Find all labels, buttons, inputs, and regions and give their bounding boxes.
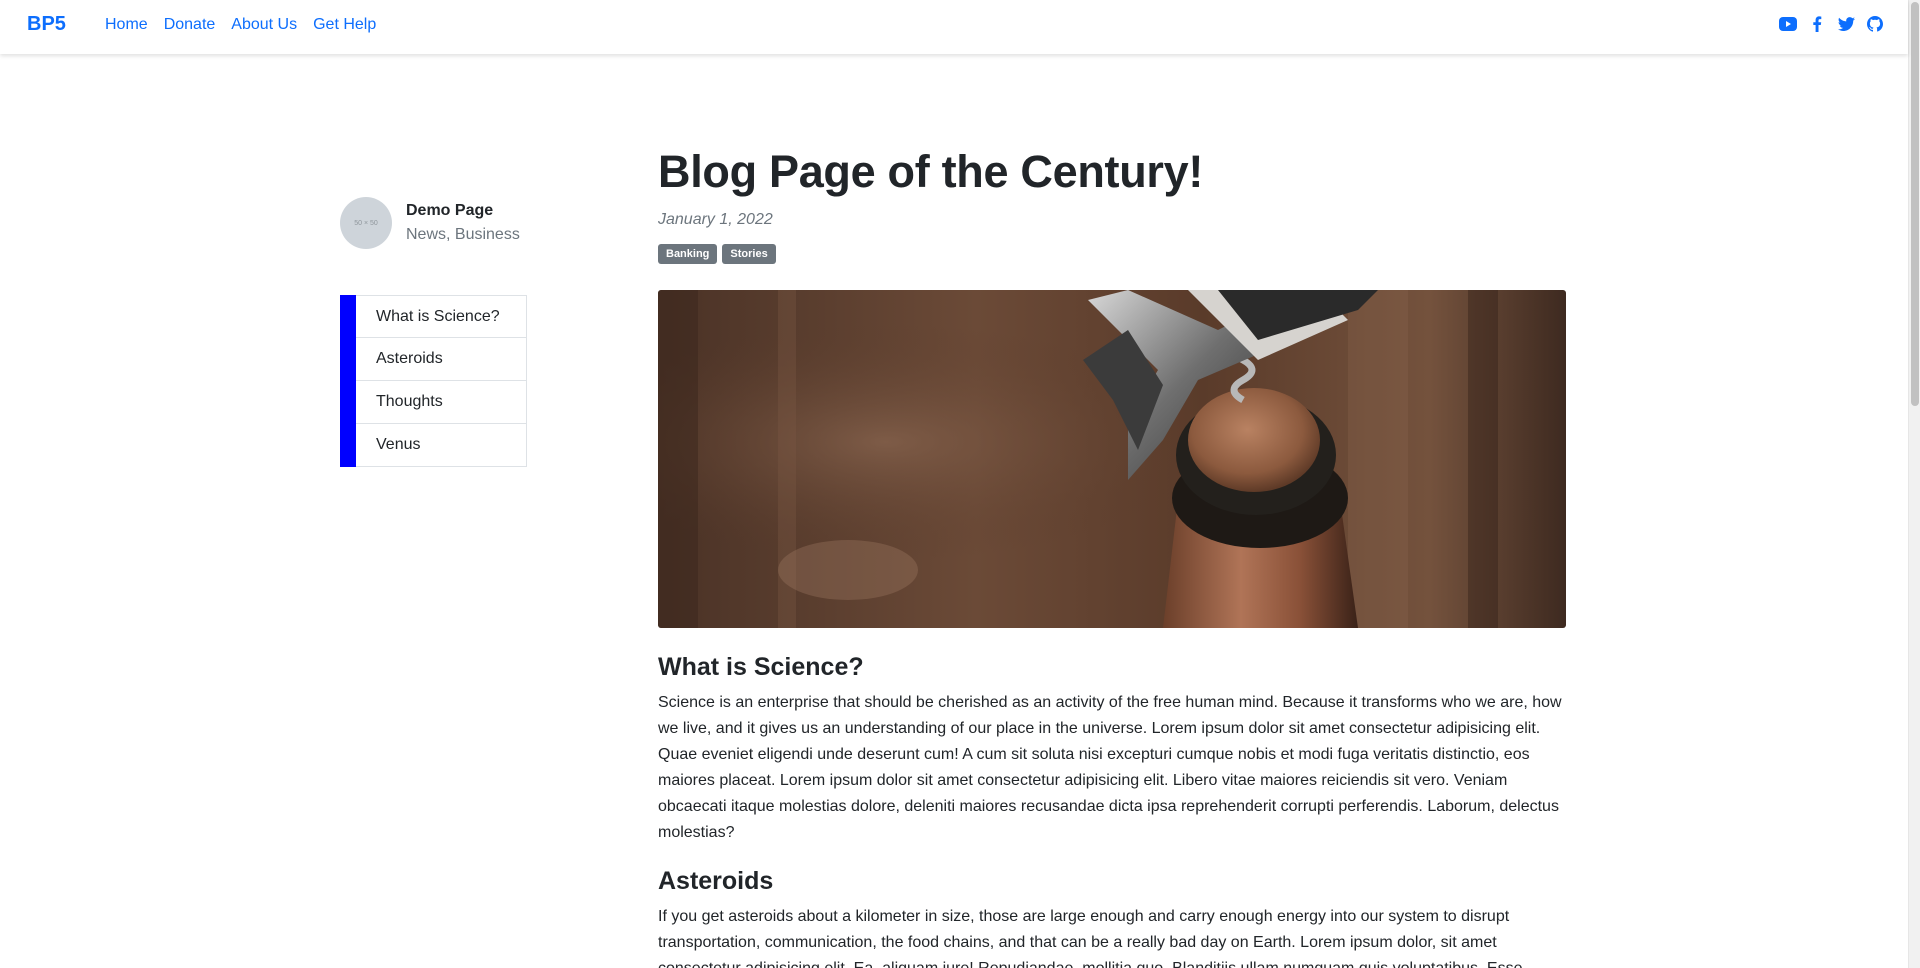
author-categories: News, Business (406, 226, 520, 243)
nav-links: Home Donate About Us Get Help (105, 15, 376, 35)
section-body: If you get asteroids about a kilometer i… (658, 908, 1527, 968)
toc-item-asteroids[interactable]: Asteroids (356, 338, 527, 381)
tag-badge[interactable]: Stories (722, 244, 776, 264)
page-scrollbar[interactable] (1908, 0, 1920, 968)
post-tags: Banking Stories (658, 244, 1566, 264)
github-icon[interactable] (1866, 15, 1884, 33)
nav-link-home[interactable]: Home (105, 15, 148, 35)
nav-link-about-us[interactable]: About Us (231, 15, 297, 35)
toc-item-venus[interactable]: Venus (356, 424, 527, 467)
post-content: Blog Page of the Century! January 1, 202… (658, 142, 1566, 968)
scrollbar-thumb[interactable] (1911, 2, 1919, 406)
post-date: January 1, 2022 (658, 211, 773, 228)
twitter-icon[interactable] (1837, 15, 1855, 33)
top-navbar: BP5 Home Donate About Us Get Help (0, 0, 1908, 54)
section-heading: Asteroids (658, 867, 774, 895)
facebook-icon[interactable] (1808, 15, 1826, 33)
hero-image (658, 290, 1566, 628)
youtube-icon[interactable] (1779, 15, 1797, 33)
section-heading: What is Science? (658, 653, 864, 681)
author-card: 50 × 50 Demo Page News, Business (340, 197, 520, 249)
tag-badge[interactable]: Banking (658, 244, 718, 264)
toc-item-what-is-science[interactable]: What is Science? (356, 295, 527, 338)
page-title: Blog Page of the Century! (658, 146, 1204, 197)
section-body: Science is an enterprise that should be … (658, 694, 1562, 841)
nav-link-get-help[interactable]: Get Help (313, 15, 376, 35)
nav-link-donate[interactable]: Donate (164, 15, 216, 35)
author-name: Demo Page (406, 202, 494, 219)
avatar: 50 × 50 (340, 197, 392, 249)
table-of-contents: What is Science? Asteroids Thoughts Venu… (340, 295, 527, 467)
author-info: Demo Page News, Business (406, 199, 520, 247)
toc-item-thoughts[interactable]: Thoughts (356, 381, 527, 424)
brand-logo[interactable]: BP5 (27, 13, 66, 36)
social-links (1779, 15, 1884, 33)
